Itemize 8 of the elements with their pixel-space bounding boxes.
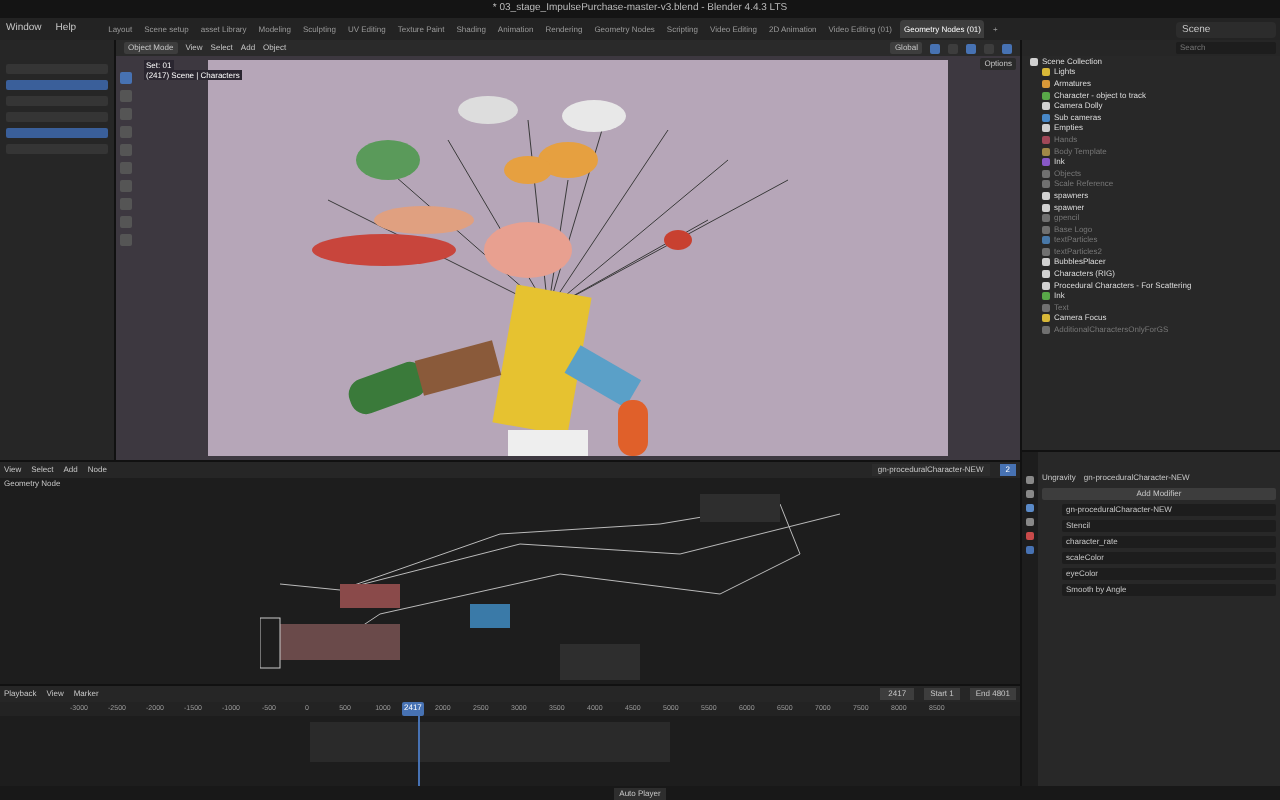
selected-row[interactable]	[6, 128, 108, 138]
playhead-line	[418, 716, 420, 786]
node[interactable]	[700, 494, 780, 522]
node[interactable]	[470, 604, 510, 628]
node[interactable]	[340, 584, 400, 608]
node[interactable]	[280, 624, 400, 660]
selected-row[interactable]	[6, 80, 108, 90]
node-frame[interactable]	[260, 617, 281, 669]
